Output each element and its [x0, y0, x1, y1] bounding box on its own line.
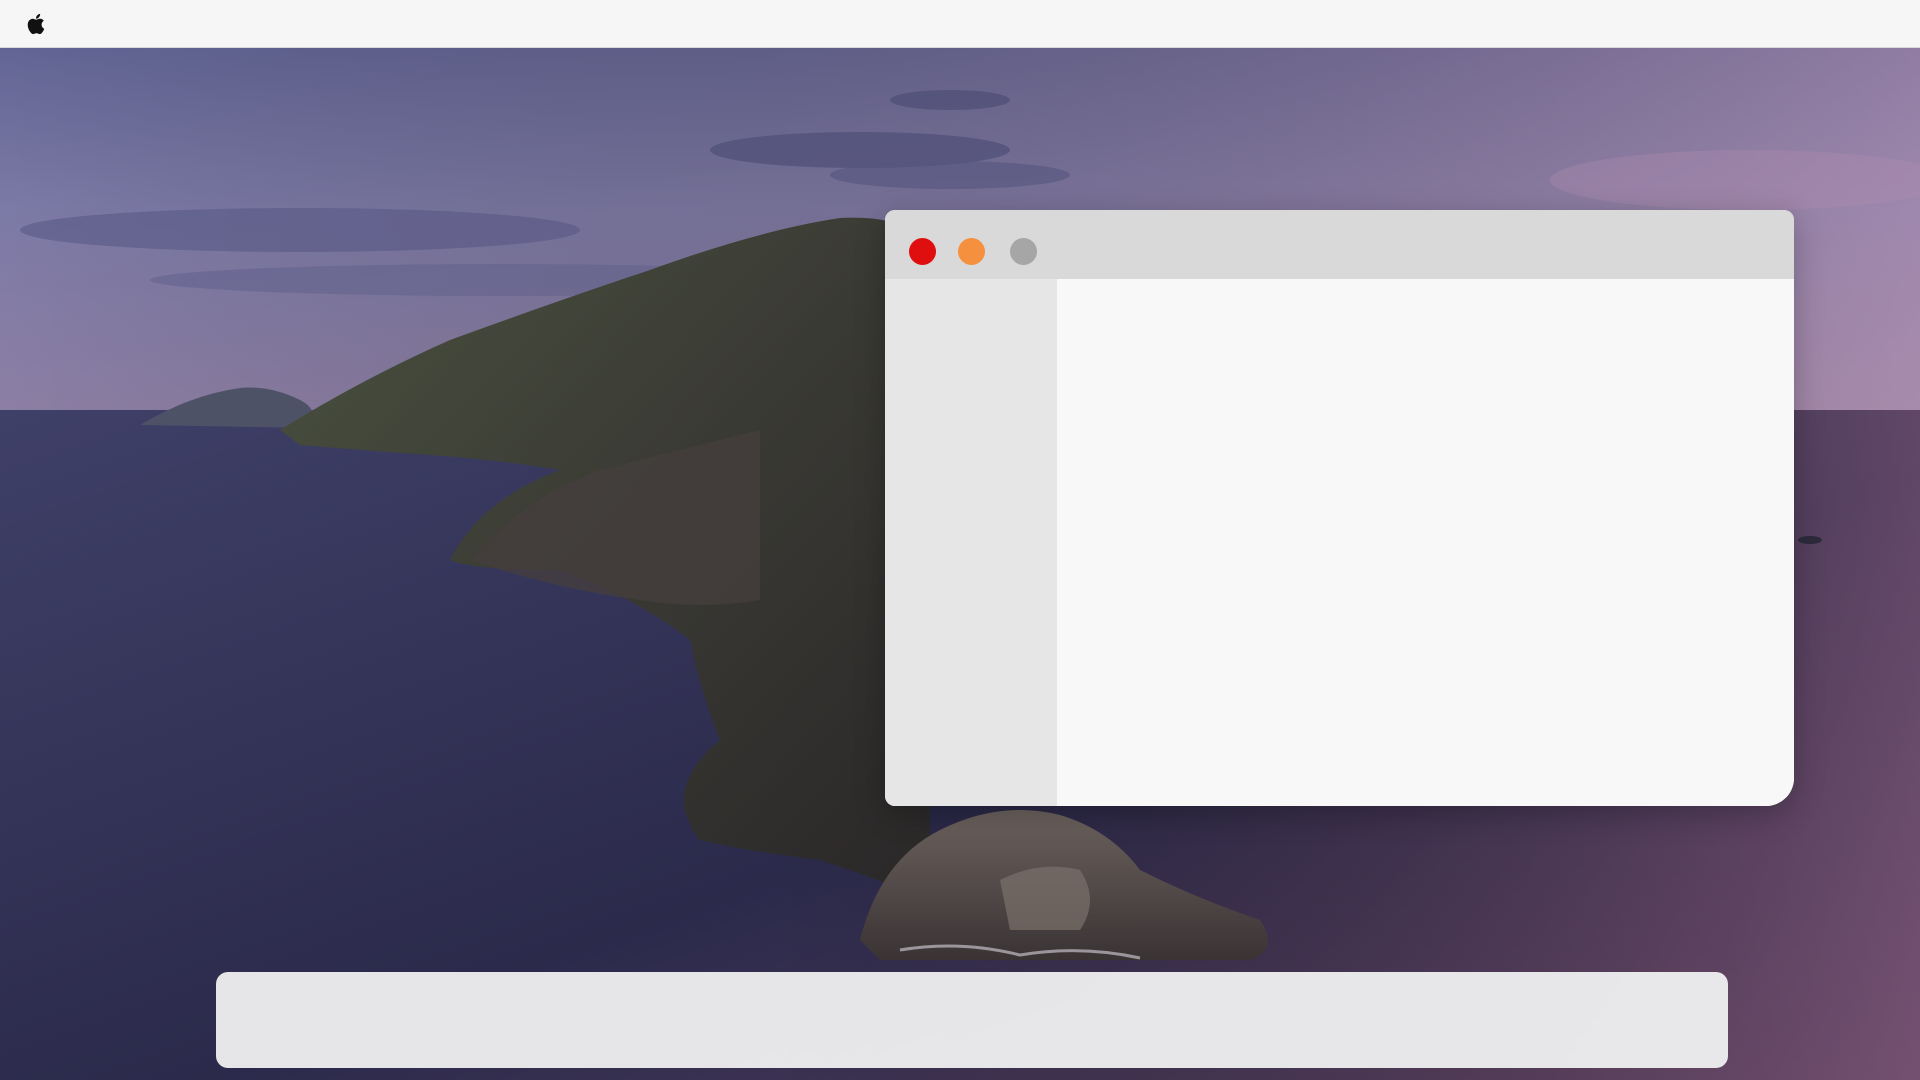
menu-bar — [0, 0, 1920, 48]
dock — [216, 972, 1728, 1068]
window-sidebar — [885, 279, 1057, 806]
window-titlebar[interactable] — [885, 210, 1794, 279]
close-button[interactable] — [909, 238, 936, 265]
zoom-button[interactable] — [1010, 238, 1037, 265]
apple-logo-icon[interactable] — [25, 11, 49, 37]
app-window — [885, 210, 1794, 806]
desktop — [0, 0, 1920, 1080]
window-content — [1057, 279, 1794, 806]
minimize-button[interactable] — [958, 238, 985, 265]
